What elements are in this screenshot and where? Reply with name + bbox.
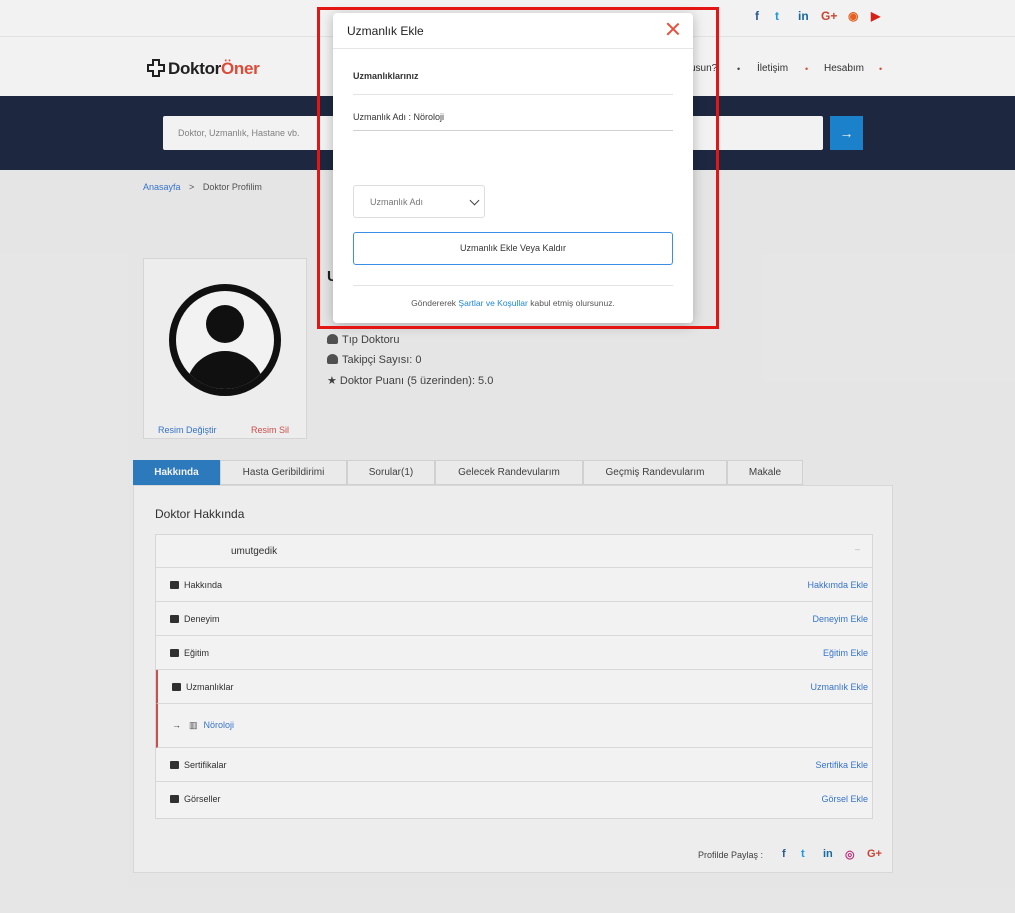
add-remove-specialty-button[interactable]: Uzmanlık Ekle Veya Kaldır xyxy=(353,232,673,265)
terms-notice: Göndererek Şartlar ve Koşullar kabul etm… xyxy=(333,298,693,308)
modal-header: Uzmanlık Ekle xyxy=(333,13,693,49)
specialty-select[interactable]: Uzmanlık Adı xyxy=(353,185,485,218)
current-specialty: Uzmanlık Adı : Nöroloji xyxy=(353,112,445,122)
divider xyxy=(353,130,673,131)
terms-link[interactable]: Şartlar ve Koşullar xyxy=(458,298,527,308)
terms-suffix: kabul etmiş olursunuz. xyxy=(530,298,615,308)
close-icon[interactable] xyxy=(665,21,681,37)
terms-prefix: Göndererek xyxy=(411,298,457,308)
divider xyxy=(353,94,673,95)
modal-title: Uzmanlık Ekle xyxy=(347,24,424,38)
add-specialty-modal: Uzmanlık Ekle Uzmanlıklarınız Uzmanlık A… xyxy=(333,13,693,323)
chevron-down-icon xyxy=(469,195,480,206)
your-specialties-label: Uzmanlıklarınız xyxy=(353,71,419,81)
specialty-select-value: Uzmanlık Adı xyxy=(370,197,424,207)
divider xyxy=(353,285,673,286)
